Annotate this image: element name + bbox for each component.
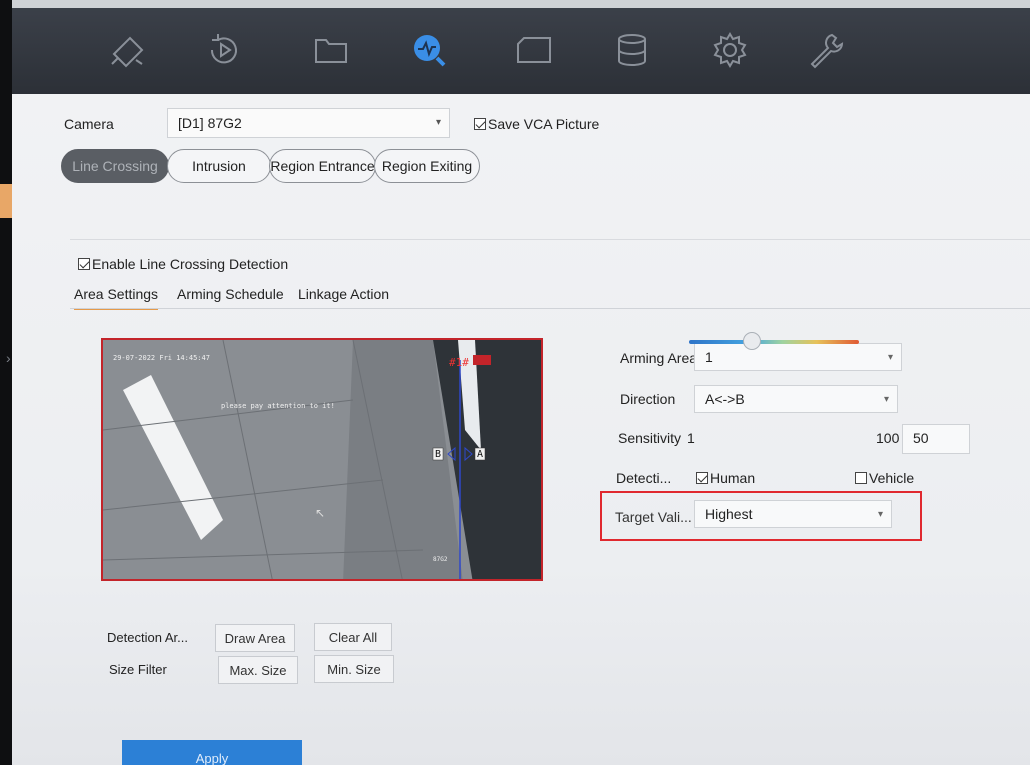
- direction-b-label: B: [435, 449, 442, 460]
- tab-intrusion-label: Intrusion: [192, 158, 246, 174]
- arming-area-value: 1: [705, 349, 713, 365]
- max-size-button[interactable]: Max. Size: [218, 656, 298, 684]
- tab-region-entrance-label: Region Entrance: [270, 158, 375, 174]
- camera-select-value: [D1] 87G2: [178, 115, 242, 131]
- chevron-down-icon: ▾: [435, 117, 441, 128]
- sensitivity-slider-handle[interactable]: [743, 332, 761, 350]
- video-icon[interactable]: [510, 26, 558, 74]
- line-id-label: #1#: [449, 356, 469, 369]
- arming-area-label: Arming Area: [620, 350, 698, 366]
- main-content: Camera [D1] 87G2 ▾ Save VCA Picture Line…: [12, 94, 1030, 765]
- settings-icon[interactable]: [706, 26, 754, 74]
- target-validity-select[interactable]: Highest ▾: [694, 500, 892, 528]
- detection-target-label: Detecti...: [616, 470, 672, 486]
- tab-line-crossing[interactable]: Line Crossing: [61, 149, 169, 183]
- clear-all-button[interactable]: Clear All: [314, 623, 392, 651]
- target-validity-value: Highest: [705, 506, 753, 522]
- tab-line-crossing-label: Line Crossing: [72, 158, 158, 174]
- section-divider: [70, 239, 1030, 240]
- mouse-cursor-icon: ↖: [315, 506, 326, 520]
- draw-area-button[interactable]: Draw Area: [215, 624, 295, 652]
- checkbox-icon: [78, 258, 90, 270]
- tab-region-exiting[interactable]: Region Exiting: [374, 149, 480, 183]
- preview-scene: [103, 340, 541, 579]
- chevron-down-icon: ▾: [883, 394, 889, 405]
- sensitivity-value: 50: [913, 430, 929, 446]
- save-vca-picture-checkbox[interactable]: Save VCA Picture: [474, 116, 599, 132]
- subtab-arming-schedule[interactable]: Arming Schedule: [177, 286, 284, 308]
- apply-button[interactable]: Apply: [122, 740, 302, 765]
- checkbox-icon: [474, 118, 486, 130]
- side-accent: [0, 184, 12, 218]
- sensitivity-max: 100: [876, 430, 900, 446]
- monitor-bezel-top: [0, 0, 1030, 8]
- preview-camera-name: 87G2: [433, 556, 448, 563]
- sensitivity-slider[interactable]: [689, 340, 859, 344]
- maintenance-icon[interactable]: [802, 26, 850, 74]
- subtab-area-settings[interactable]: Area Settings: [74, 286, 159, 310]
- sensitivity-label: Sensitivity: [618, 430, 682, 446]
- vca-search-icon[interactable]: [405, 26, 453, 74]
- vehicle-label: Vehicle: [869, 470, 915, 486]
- subtab-linkage-action[interactable]: Linkage Action: [298, 286, 389, 308]
- checkbox-icon: [696, 472, 708, 484]
- checkbox-icon: [855, 472, 867, 484]
- detection-area-label: Detection Ar...: [107, 630, 188, 645]
- file-icon[interactable]: [307, 26, 355, 74]
- top-navigation: [12, 8, 1030, 94]
- subtab-underline: [70, 308, 1030, 309]
- enable-line-crossing-checkbox[interactable]: Enable Line Crossing Detection: [78, 256, 288, 272]
- direction-a-label: A: [477, 449, 484, 460]
- sensitivity-min: 1: [687, 430, 695, 446]
- direction-select[interactable]: A<->B ▾: [694, 385, 898, 413]
- arming-area-select[interactable]: 1 ▾: [694, 343, 902, 371]
- preview-timestamp: 29-07-2022 Fri 14:45:47: [113, 354, 210, 362]
- human-label: Human: [710, 470, 756, 486]
- expand-chevron-icon[interactable]: ›: [6, 350, 11, 366]
- min-size-button[interactable]: Min. Size: [314, 655, 394, 683]
- size-filter-label: Size Filter: [109, 662, 167, 677]
- human-checkbox[interactable]: Human: [696, 470, 755, 486]
- enable-line-crossing-label: Enable Line Crossing Detection: [92, 256, 289, 272]
- camera-label: Camera: [64, 116, 114, 132]
- tab-region-entrance[interactable]: Region Entrance: [269, 149, 376, 183]
- chevron-down-icon: ▾: [887, 352, 893, 363]
- playback-icon[interactable]: [200, 26, 248, 74]
- camera-icon[interactable]: [104, 26, 152, 74]
- save-vca-picture-label: Save VCA Picture: [488, 116, 600, 132]
- vehicle-checkbox[interactable]: Vehicle: [855, 470, 914, 486]
- storage-icon[interactable]: [608, 26, 656, 74]
- target-validity-label: Target Vali...: [615, 509, 692, 525]
- sensitivity-input[interactable]: 50: [902, 424, 970, 454]
- preview-overlay-text: please pay attention to it!: [221, 402, 335, 410]
- chevron-down-icon: ▾: [877, 509, 883, 520]
- monitor-bezel-left: [0, 0, 12, 765]
- camera-select[interactable]: [D1] 87G2 ▾: [167, 108, 450, 138]
- tab-intrusion[interactable]: Intrusion: [167, 149, 271, 183]
- direction-value: A<->B: [705, 391, 745, 407]
- camera-preview[interactable]: 29-07-2022 Fri 14:45:47 please pay atten…: [101, 338, 543, 581]
- direction-label: Direction: [620, 391, 676, 407]
- tab-region-exiting-label: Region Exiting: [381, 158, 473, 174]
